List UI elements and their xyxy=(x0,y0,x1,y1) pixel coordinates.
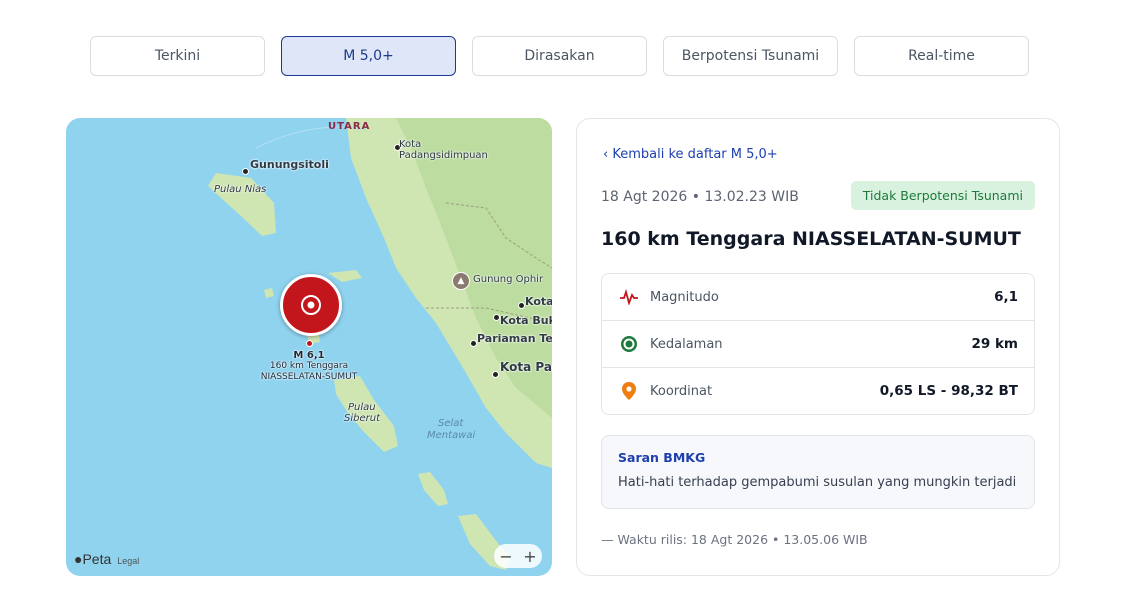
tab-real-time[interactable]: Real-time xyxy=(854,36,1029,76)
depth-target-icon xyxy=(618,333,640,355)
back-link[interactable]: ‹ Kembali ke daftar M 5,0+ xyxy=(603,147,778,162)
tsunami-status-badge: Tidak Berpotensi Tsunami xyxy=(850,181,1035,210)
place-kota-pad: Kota Pad xyxy=(500,360,552,374)
marker-line1: 160 km Tenggara xyxy=(269,361,349,371)
back-label: Kembali ke daftar M 5,0+ xyxy=(612,147,778,162)
epicenter-label: M 6,1 160 km Tenggara NIASSELATAN-SUMUT xyxy=(248,350,370,383)
map-base xyxy=(208,118,552,570)
target-icon xyxy=(301,295,321,315)
row-koordinat: Koordinat 0,65 LS - 98,32 BT xyxy=(602,368,1034,414)
legal-link[interactable]: Legal xyxy=(117,556,139,566)
place-gunung-ophir: Gunung Ophir xyxy=(473,274,544,285)
sea-mentawai: Mentawai xyxy=(427,430,476,441)
epicenter-point xyxy=(306,340,313,347)
place-pariaman: Pariaman Teng xyxy=(477,332,552,345)
map-brand: ●Peta Legal xyxy=(74,551,139,567)
zoom-control: − + xyxy=(494,544,542,568)
kedalaman-value: 29 km xyxy=(971,336,1018,352)
zoom-out-button[interactable]: − xyxy=(499,547,512,566)
city-dot xyxy=(518,302,525,309)
release-time: — Waktu rilis: 18 Agt 2026 • 13.05.06 WI… xyxy=(601,532,868,547)
place-pulau-nias: Pulau Nias xyxy=(214,184,267,195)
row-kedalaman: Kedalaman 29 km xyxy=(602,321,1034,368)
location-pin-icon xyxy=(618,380,640,402)
place-kota: Kota xyxy=(525,295,552,308)
event-info-table: Magnitudo 6,1 Kedalaman 29 km Koordinat … xyxy=(601,273,1035,415)
advice-text: Hati-hati terhadap gempabumi susulan yan… xyxy=(618,475,1017,490)
city-dot xyxy=(470,340,477,347)
city-dot xyxy=(242,168,249,175)
kedalaman-label: Kedalaman xyxy=(650,336,723,352)
brand-label: Peta xyxy=(82,551,112,567)
place-kota-label: Kota xyxy=(399,139,422,150)
place-padangsidimpuan: Padangsidimpuan xyxy=(399,150,488,161)
epicenter-marker[interactable] xyxy=(280,274,342,336)
place-kota-buki: Kota Buki xyxy=(500,314,552,327)
earthquake-map[interactable]: UTARA Gunungsitoli Pulau Nias Kota Padan… xyxy=(66,118,552,576)
marker-line2: NIASSELATAN-SUMUT xyxy=(260,372,358,382)
marker-magnitude: M 6,1 xyxy=(293,350,325,361)
magnitudo-label: Magnitudo xyxy=(650,289,719,305)
tab-m5[interactable]: M 5,0+ xyxy=(281,36,456,76)
tab-dirasakan[interactable]: Dirasakan xyxy=(472,36,647,76)
detail-panel: ‹ Kembali ke daftar M 5,0+ 18 Agt 2026 •… xyxy=(576,118,1060,576)
place-gunungsitoli: Gunungsitoli xyxy=(250,158,329,171)
filter-tabs: Terkini M 5,0+ Dirasakan Berpotensi Tsun… xyxy=(90,36,1029,76)
mountain-poi-icon: ▲ xyxy=(452,272,470,290)
advice-title: Saran BMKG xyxy=(618,450,706,465)
city-dot xyxy=(493,314,500,321)
waveform-icon xyxy=(618,286,640,308)
koordinat-label: Koordinat xyxy=(650,383,713,399)
advice-box: Saran BMKG Hati-hati terhadap gempabumi … xyxy=(601,435,1035,509)
compass-north-label: UTARA xyxy=(328,121,371,132)
place-pulau: Pulau xyxy=(348,402,376,413)
event-title: 160 km Tenggara NIASSELATAN-SUMUT xyxy=(601,228,1021,250)
koordinat-value: 0,65 LS - 98,32 BT xyxy=(879,383,1018,399)
tab-berpotensi-tsunami[interactable]: Berpotensi Tsunami xyxy=(663,36,838,76)
zoom-in-button[interactable]: + xyxy=(523,547,536,566)
magnitudo-value: 6,1 xyxy=(994,289,1018,305)
row-magnitudo: Magnitudo 6,1 xyxy=(602,274,1034,321)
place-siberut: Siberut xyxy=(344,413,380,424)
city-dot xyxy=(492,371,499,378)
sea-selat: Selat xyxy=(438,418,464,429)
tab-terkini[interactable]: Terkini xyxy=(90,36,265,76)
event-datetime: 18 Agt 2026 • 13.02.23 WIB xyxy=(601,189,799,205)
chevron-left-icon: ‹ xyxy=(603,147,613,162)
